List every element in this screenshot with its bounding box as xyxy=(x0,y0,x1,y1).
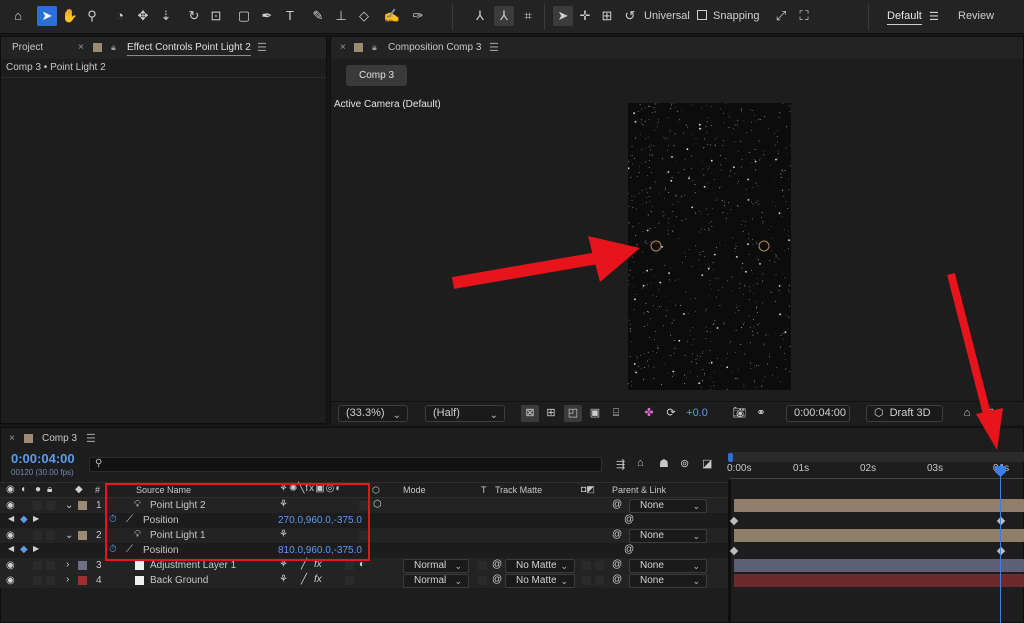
annotation-arrow-to-light xyxy=(451,236,640,289)
annotation-arrow-to-playhead xyxy=(947,273,1003,450)
annotation-arrows xyxy=(451,236,1003,450)
